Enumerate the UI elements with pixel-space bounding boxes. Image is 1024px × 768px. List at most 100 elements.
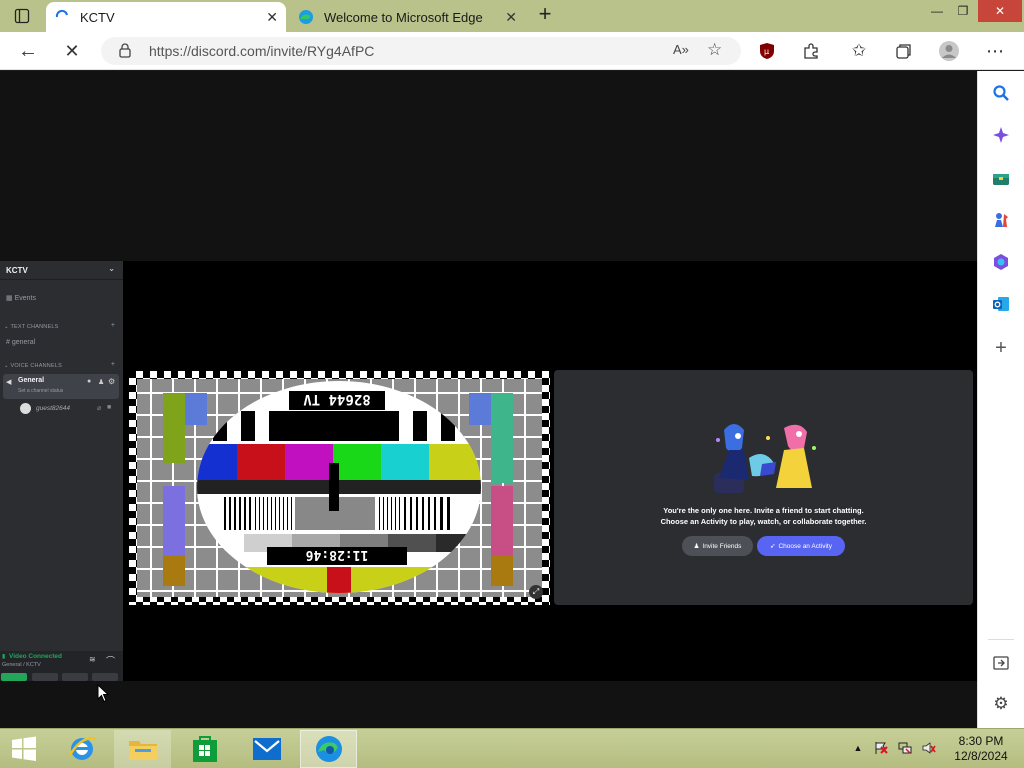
channel-status[interactable]: Set a channel status <box>18 388 63 394</box>
svg-text:μ: μ <box>764 47 769 56</box>
edge-icon <box>298 9 314 25</box>
mouse-cursor-icon <box>97 683 110 708</box>
voice-username: guest82644 <box>36 405 70 412</box>
server-header[interactable]: KCTV ⌄ <box>0 261 123 280</box>
browser-toolbar: ← ✕ https://discord.com/invite/RYg4AfPC … <box>0 32 1024 70</box>
sidebar-divider <box>988 639 1014 640</box>
connection-location[interactable]: General / KCTV <box>2 662 41 668</box>
avatar <box>20 403 31 414</box>
voice-channels-category[interactable]: ⌄ VOICE CHANNELS <box>4 363 62 369</box>
text-channels-category[interactable]: ⌄ TEXT CHANNELS <box>4 324 58 330</box>
empty-invite-panel: You're the only one here. Invite a frien… <box>554 370 973 605</box>
minimize-button[interactable]: — <box>924 0 950 22</box>
action-center-flag-icon[interactable] <box>874 741 888 755</box>
windows-taskbar: ▲ 8:30 PM 12/8/2024 <box>0 728 1024 768</box>
edge-sidebar: + ⚙ <box>977 71 1024 728</box>
more-menu-icon[interactable]: ⋯ <box>984 40 1006 62</box>
gear-icon[interactable]: ⚙ <box>108 377 115 386</box>
microsoft365-icon[interactable] <box>990 251 1012 273</box>
events-item[interactable]: ▦ Events <box>6 294 36 302</box>
rocket-icon: ➶ <box>770 543 776 550</box>
ublock-shield-icon[interactable]: μ <box>756 40 778 62</box>
empty-message-line2: Choose an Activity to play, watch, or co… <box>660 517 867 526</box>
disconnect-icon[interactable]: ⌒ <box>106 654 115 667</box>
add-channel-icon[interactable]: + <box>111 361 115 368</box>
chat-icon[interactable]: ● <box>87 378 91 385</box>
hide-sidebar-icon[interactable] <box>990 652 1012 674</box>
server-name: KCTV <box>6 266 28 275</box>
choose-activity-button[interactable]: ➶ Choose an Activity <box>757 536 845 556</box>
muted-mic-icon: ⌀ <box>97 405 102 412</box>
screen-share-button[interactable] <box>32 673 58 681</box>
favorites-icon[interactable]: ✩ <box>848 40 870 62</box>
internet-explorer-icon[interactable] <box>53 730 110 768</box>
back-arrow-icon[interactable]: ← <box>17 40 39 62</box>
read-aloud-icon[interactable]: A» <box>673 42 689 57</box>
speaker-icon: ◀ <box>6 379 12 386</box>
camera-toggle-button[interactable] <box>1 673 27 681</box>
activities-button[interactable] <box>62 673 88 681</box>
lock-icon[interactable] <box>119 43 131 63</box>
voice-channel-general[interactable]: ◀ General Set a channel status ● ♟ ⚙ <box>3 374 119 399</box>
voice-connection-panel: ▮ Video Connected General / KCTV ≋ ⌒ <box>0 651 123 681</box>
connection-status[interactable]: Video Connected <box>9 653 62 660</box>
shopping-icon[interactable] <box>990 167 1012 189</box>
empty-message-line1: You're the only one here. Invite a frien… <box>663 506 864 515</box>
new-tab-button[interactable]: + <box>534 3 556 26</box>
address-bar[interactable]: https://discord.com/invite/RYg4AfPC A» ☆ <box>101 37 741 65</box>
mail-icon[interactable] <box>238 730 295 768</box>
outlook-icon[interactable] <box>990 293 1012 315</box>
voice-channel-name: General <box>18 377 45 384</box>
profile-avatar-icon[interactable] <box>938 40 960 62</box>
taskbar-clock[interactable]: 8:30 PM 12/8/2024 <box>946 734 1016 764</box>
signal-icon: ▮ <box>2 654 6 660</box>
voice-user[interactable]: guest82644 ⌀ ■ <box>20 403 120 415</box>
start-button[interactable] <box>0 730 48 768</box>
extensions-puzzle-icon[interactable] <box>800 40 822 62</box>
add-channel-icon[interactable]: + <box>111 322 115 329</box>
favorite-star-icon[interactable]: ☆ <box>707 40 722 60</box>
store-icon[interactable] <box>176 730 233 768</box>
calendar-icon: ▦ <box>6 295 15 302</box>
add-sidebar-app-icon[interactable]: + <box>990 337 1012 359</box>
tab-kctv[interactable]: KCTV ✕ <box>46 2 286 32</box>
file-explorer-icon[interactable] <box>114 730 171 768</box>
url-text: https://discord.com/invite/RYg4AfPC <box>149 43 375 59</box>
tv-card-time: 11:28:46 <box>306 547 369 562</box>
browser-titlebar: KCTV ✕ Welcome to Microsoft Edge ✕ + — ❐… <box>0 0 1024 32</box>
stop-loading-icon[interactable]: ✕ <box>61 40 83 62</box>
add-friend-icon: ♟ <box>693 543 700 550</box>
search-icon[interactable] <box>990 82 1012 104</box>
volume-muted-icon[interactable] <box>922 741 936 755</box>
show-hidden-icons[interactable]: ▲ <box>851 741 865 755</box>
discord-app: KCTV ⌄ ▦ Events ⌄ TEXT CHANNELS + # gene… <box>0 261 977 681</box>
copilot-sparkle-icon[interactable] <box>990 124 1012 146</box>
soundboard-button[interactable] <box>92 673 118 681</box>
clock-time: 8:30 PM <box>958 734 1004 748</box>
edge-taskbar-icon[interactable] <box>300 730 357 768</box>
channel-general[interactable]: # general <box>6 339 35 346</box>
page-content: KCTV ⌄ ▦ Events ⌄ TEXT CHANNELS + # gene… <box>0 71 977 728</box>
games-chess-icon[interactable] <box>990 209 1012 231</box>
restore-button[interactable]: ❐ <box>950 0 976 22</box>
voice-stage: 82644 TV 11:28:46 ⤢ You're the only one … <box>123 261 977 681</box>
fullscreen-icon[interactable]: ⤢ <box>529 585 543 599</box>
close-tab-icon[interactable]: ✕ <box>266 9 278 26</box>
tab-welcome-edge[interactable]: Welcome to Microsoft Edge ✕ <box>290 2 525 32</box>
tv-card-name: 82644 TV <box>303 391 371 407</box>
tv-test-card: 82644 TV 11:28:46 <box>129 371 550 605</box>
clock-date: 12/8/2024 <box>954 749 1008 763</box>
tab-label: Welcome to Microsoft Edge <box>324 9 483 25</box>
network-icon[interactable] <box>898 741 912 755</box>
settings-gear-icon[interactable]: ⚙ <box>990 693 1012 715</box>
video-tile-test-card[interactable]: 82644 TV 11:28:46 ⤢ <box>129 371 550 605</box>
close-tab-icon[interactable]: ✕ <box>505 9 517 26</box>
noise-suppression-icon[interactable]: ≋ <box>89 655 96 664</box>
close-window-button[interactable]: ✕ <box>978 0 1022 22</box>
invite-friends-button[interactable]: ♟ Invite Friends <box>682 536 753 556</box>
friends-illustration <box>714 424 816 493</box>
add-member-icon[interactable]: ♟ <box>98 378 104 386</box>
collections-icon[interactable] <box>893 40 915 62</box>
chevron-down-icon[interactable]: ⌄ <box>108 264 115 273</box>
tab-actions-icon[interactable] <box>14 8 30 24</box>
